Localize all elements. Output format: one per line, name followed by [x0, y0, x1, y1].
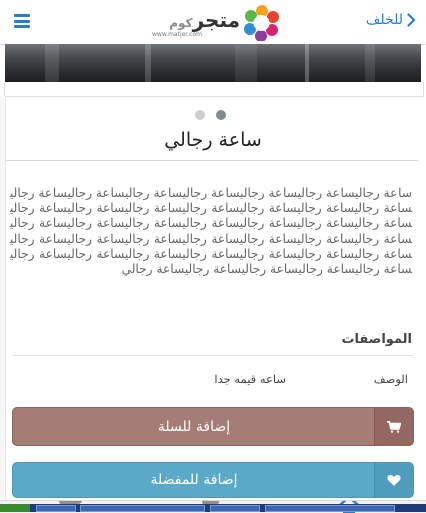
start-button[interactable]: [0, 504, 30, 512]
chevron-right-icon: [407, 13, 416, 27]
product-image-slider[interactable]: [5, 44, 421, 86]
heart-icon: [374, 463, 413, 497]
logo-wordmark: متجركوم: [140, 8, 240, 32]
left-edge-strip: [0, 96, 6, 512]
menu-icon[interactable]: [14, 14, 30, 28]
add-to-favorites-button[interactable]: إضافة للمفضلة: [12, 462, 414, 498]
add-to-cart-label: إضافة للسلة: [157, 418, 231, 435]
back-button[interactable]: للخلف: [366, 12, 416, 28]
cart-icon: [374, 408, 413, 445]
taskbar-item[interactable]: [210, 505, 260, 512]
logo-flower-icon: [244, 5, 279, 41]
slider-dot-2[interactable]: [216, 110, 226, 120]
top-header: متجركوم www.matjer.com للخلف: [0, 0, 426, 45]
logo-sub-text: كوم: [169, 16, 193, 30]
store-logo[interactable]: متجركوم www.matjer.com: [140, 4, 285, 42]
logo-url: www.matjer.com: [152, 31, 202, 38]
slider-frame: [4, 82, 424, 97]
back-label: للخلف: [365, 12, 403, 28]
specs-heading: المواصفات: [341, 332, 412, 347]
taskbar-item[interactable]: [36, 505, 76, 512]
product-description: ساعة رجاليساعة رجاليساعة رجاليساعة رجالي…: [10, 186, 412, 277]
os-taskbar: [0, 504, 426, 512]
taskbar-item[interactable]: [80, 505, 205, 512]
add-to-favorites-label: إضافة للمفضلة: [150, 472, 238, 488]
spec-label: الوصف: [373, 372, 408, 386]
add-to-cart-button[interactable]: إضافة للسلة: [12, 407, 414, 446]
slider-pagination: [195, 110, 226, 120]
taskbar-item[interactable]: [265, 505, 395, 512]
divider: [6, 160, 418, 161]
slider-dot-1[interactable]: [195, 110, 205, 120]
product-title: ساعة رجالي: [164, 129, 262, 151]
logo-main-text: متجر: [192, 8, 240, 32]
spec-value: ساعه قيمه جدا: [214, 372, 286, 386]
divider: [12, 355, 414, 356]
